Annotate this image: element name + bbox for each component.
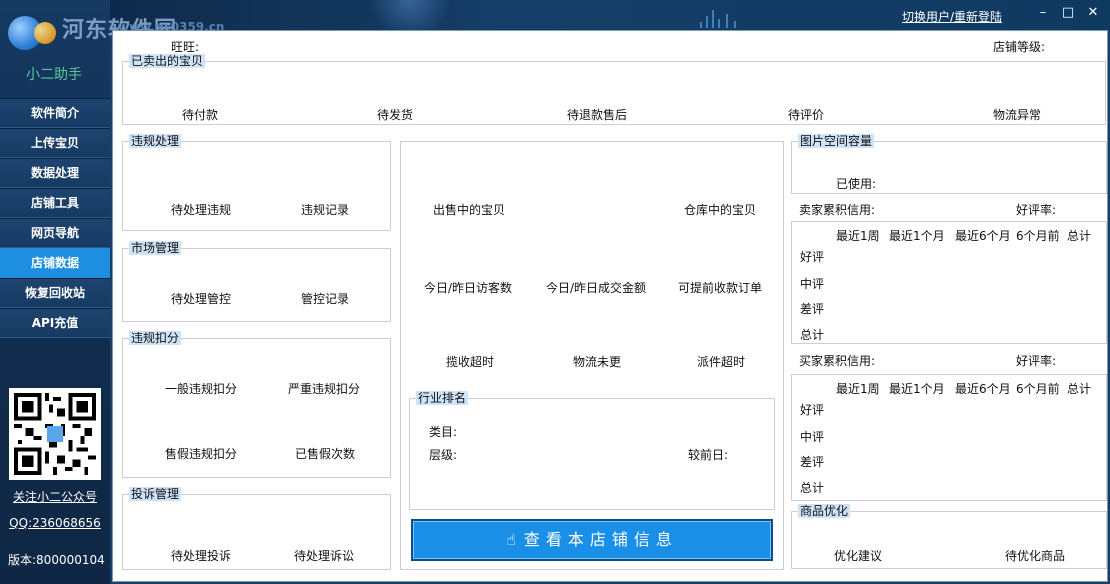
pending-control-link[interactable]: 待处理管控: [171, 290, 231, 307]
app-name: 小二助手: [26, 67, 82, 83]
seller-row-total: 总计: [800, 328, 825, 342]
violation-title: 违规处理: [129, 134, 182, 148]
pending-refund-link[interactable]: 待退款售后: [567, 106, 627, 123]
counterfeit-count-link[interactable]: 已售假次数: [295, 445, 355, 462]
shop-data-panel: 旺旺: 店铺等级: 已卖出的宝贝 待付款 待发货 待退款售后 待评价 物流异常 …: [112, 30, 1108, 582]
warehouse-items-link[interactable]: 仓库中的宝贝: [684, 201, 756, 218]
seller-credit-table: 最近1周 最近1个月 最近6个月 6个月前 总计 好评 中评 差评 总计: [791, 221, 1107, 344]
transaction-amount-link[interactable]: 今日/昨日成交金额: [546, 279, 646, 296]
qr-code: [9, 388, 101, 480]
general-deduct-link[interactable]: 一般违规扣分: [165, 380, 237, 397]
sidebar-item-upload[interactable]: 上传宝贝: [0, 128, 110, 158]
sidebar-item-api-recharge[interactable]: API充值: [0, 308, 110, 338]
control-record-link[interactable]: 管控记录: [301, 290, 349, 307]
follow-wechat-link[interactable]: 关注小二公众号: [0, 488, 110, 505]
optimize-group: 商品优化 优化建议 待优化商品: [791, 504, 1107, 569]
version-label: 版本:800000104: [8, 553, 105, 567]
view-shop-info-button[interactable]: ☝ 查看本店铺信息: [411, 519, 773, 561]
market-group: 市场管理 待处理管控 管控记录: [122, 241, 391, 322]
restore-icon[interactable]: □: [1060, 5, 1076, 21]
qq-link[interactable]: QQ:236068656: [0, 516, 110, 530]
pickup-timeout-link[interactable]: 揽收超时: [446, 353, 494, 370]
seller-row-good: 好评: [800, 250, 825, 264]
deduct-title: 违规扣分: [129, 331, 182, 345]
pending-shipment-link[interactable]: 待发货: [377, 106, 413, 123]
seller-row-neutral: 中评: [800, 277, 825, 291]
buyer-credit-label: 买家累积信用:: [799, 354, 876, 368]
buyer-col-week: 最近1周: [836, 382, 880, 396]
sidebar-item-shop-tools[interactable]: 店铺工具: [0, 188, 110, 218]
pending-violation-link[interactable]: 待处理违规: [171, 201, 231, 218]
delivery-timeout-link[interactable]: 派件超时: [697, 353, 745, 370]
seller-good-rate-label: 好评率:: [1016, 203, 1057, 217]
deduct-group: 违规扣分 一般违规扣分 严重违规扣分 售假违规扣分 已售假次数: [122, 331, 391, 478]
view-shop-info-label: 查看本店铺信息: [523, 530, 678, 549]
hand-pointer-icon: ☝: [506, 530, 516, 549]
close-icon[interactable]: ✕: [1085, 5, 1101, 21]
category-label: 类目:: [429, 425, 458, 439]
advance-payment-link[interactable]: 可提前收款订单: [678, 279, 762, 296]
title-decoration: [350, 0, 470, 30]
seller-credit-label: 卖家累积信用:: [799, 203, 876, 217]
sidebar-nav: 软件简介 上传宝贝 数据处理 店铺工具 网页导航 店铺数据 恢复回收站 API充…: [0, 98, 110, 338]
minimize-icon[interactable]: –: [1035, 5, 1051, 21]
on-sale-items-link[interactable]: 出售中的宝贝: [433, 201, 505, 218]
sold-items-title: 已卖出的宝贝: [129, 54, 206, 68]
used-label: 已使用:: [836, 177, 877, 191]
optimize-suggestion-link[interactable]: 优化建议: [834, 547, 882, 564]
buyer-col-before-6months: 6个月前: [1016, 382, 1060, 396]
visitors-link[interactable]: 今日/昨日访客数: [424, 279, 512, 296]
center-group: 出售中的宝贝 仓库中的宝贝 今日/昨日访客数 今日/昨日成交金额 可提前收款订单…: [400, 141, 784, 570]
logistics-not-updated-link[interactable]: 物流未更: [573, 353, 621, 370]
complaint-title: 投诉管理: [129, 487, 182, 501]
violation-group: 违规处理 待处理违规 违规记录: [122, 134, 391, 231]
title-decoration-bars: [700, 8, 760, 28]
sidebar: 小二助手 软件简介 上传宝贝 数据处理 店铺工具 网页导航 店铺数据 恢复回收站…: [0, 0, 110, 584]
buyer-col-6months: 最近6个月: [955, 382, 1011, 396]
switch-user-link[interactable]: 切换用户/重新登陆: [902, 8, 1002, 25]
sidebar-item-intro[interactable]: 软件简介: [0, 98, 110, 128]
buyer-row-bad: 差评: [800, 455, 825, 469]
serious-deduct-link[interactable]: 严重违规扣分: [288, 380, 360, 397]
wangwang-label: 旺旺:: [171, 40, 200, 54]
seller-col-total: 总计: [1067, 229, 1092, 243]
compare-label: 较前日:: [688, 448, 729, 462]
seller-col-month: 最近1个月: [889, 229, 945, 243]
image-space-group: 图片空间容量 已使用:: [791, 134, 1107, 194]
buyer-row-total: 总计: [800, 481, 825, 495]
buyer-row-neutral: 中评: [800, 430, 825, 444]
buyer-credit-table: 最近1周 最近1个月 最近6个月 6个月前 总计 好评 中评 差评 总计: [791, 374, 1107, 501]
shop-level-label: 店铺等级:: [993, 40, 1046, 54]
sold-items-group: 已卖出的宝贝 待付款 待发货 待退款售后 待评价 物流异常: [122, 54, 1106, 125]
sidebar-item-recycle[interactable]: 恢复回收站: [0, 278, 110, 308]
sidebar-item-shop-data[interactable]: 店铺数据: [0, 248, 110, 278]
buyer-col-total: 总计: [1067, 382, 1092, 396]
pending-review-link[interactable]: 待评价: [788, 106, 824, 123]
seller-col-week: 最近1周: [836, 229, 880, 243]
violation-record-link[interactable]: 违规记录: [301, 201, 349, 218]
buyer-col-month: 最近1个月: [889, 382, 945, 396]
logistics-exception-link[interactable]: 物流异常: [993, 106, 1041, 123]
ranking-group: 行业排名 类目: 层级: 较前日:: [409, 391, 775, 510]
app-logo: [8, 16, 56, 62]
optimize-title: 商品优化: [798, 504, 851, 518]
items-to-optimize-link[interactable]: 待优化商品: [1005, 547, 1065, 564]
sidebar-item-web-nav[interactable]: 网页导航: [0, 218, 110, 248]
sidebar-item-data-processing[interactable]: 数据处理: [0, 158, 110, 188]
pending-payment-link[interactable]: 待付款: [182, 106, 218, 123]
image-space-title: 图片空间容量: [798, 134, 875, 148]
pending-lawsuit-link[interactable]: 待处理诉讼: [294, 547, 354, 564]
ranking-title: 行业排名: [416, 391, 469, 405]
buyer-good-rate-label: 好评率:: [1016, 354, 1057, 368]
pending-complaint-link[interactable]: 待处理投诉: [171, 547, 231, 564]
seller-row-bad: 差评: [800, 302, 825, 316]
seller-col-6months: 最近6个月: [955, 229, 1011, 243]
seller-col-before-6months: 6个月前: [1016, 229, 1060, 243]
market-title: 市场管理: [129, 241, 182, 255]
counterfeit-deduct-link[interactable]: 售假违规扣分: [165, 445, 237, 462]
level-label: 层级:: [429, 448, 458, 462]
buyer-row-good: 好评: [800, 403, 825, 417]
complaint-group: 投诉管理 待处理投诉 待处理诉讼: [122, 487, 391, 570]
